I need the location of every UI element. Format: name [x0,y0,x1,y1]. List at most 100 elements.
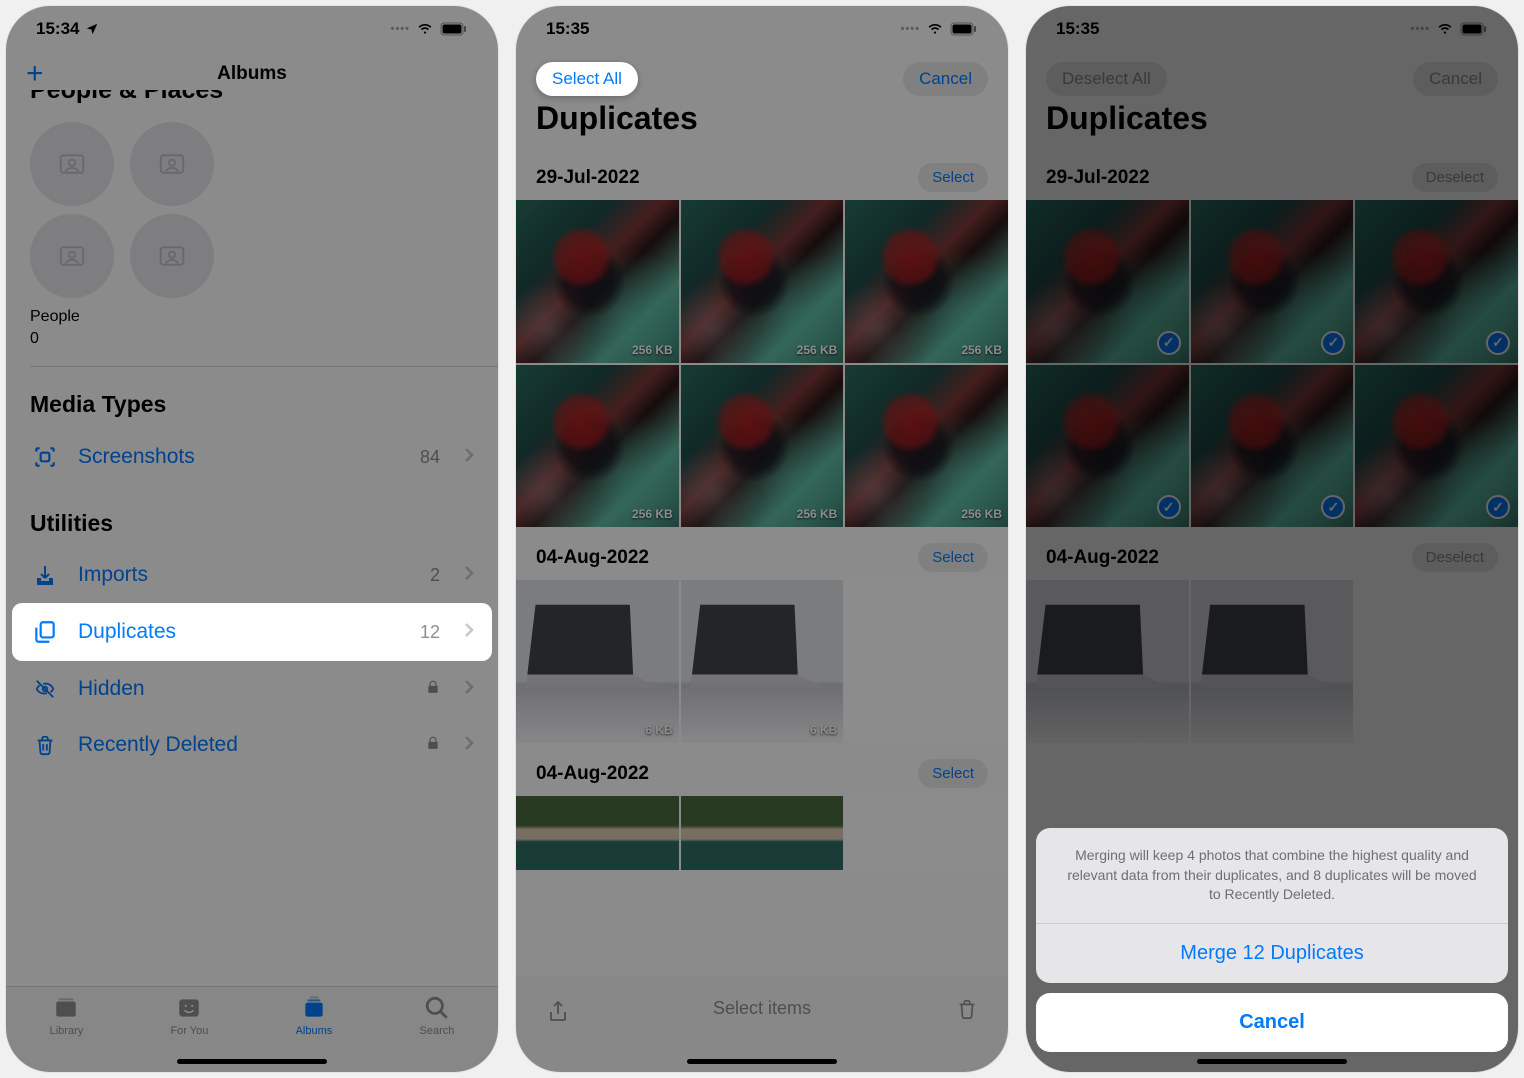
tab-label: Library [50,1025,84,1037]
size-badge: 256 KB [797,507,838,521]
battery-icon [950,22,978,36]
tab-label: Search [420,1025,455,1037]
status-time: 15:34 [36,19,79,39]
chevron-right-icon [464,735,474,756]
imports-icon [30,563,60,587]
empty-cell [845,796,1008,870]
group-date: 04-Aug-2022 [536,763,649,785]
size-badge: 6 KB [810,723,837,737]
photo-thumbnail[interactable]: 6 KB [516,580,679,743]
lock-icon [426,679,440,700]
screenshots-label: Screenshots [78,445,402,469]
merge-message: Merging will keep 4 photos that combine … [1036,828,1508,924]
photo-grid: 6 KB 6 KB [516,580,1008,743]
screen-duplicates-select: 15:35 •••• Select All Cancel Duplicates … [516,6,1008,1072]
action-sheet-group: Merging will keep 4 photos that combine … [1036,828,1508,983]
sheet-cancel-button[interactable]: Cancel [1036,993,1508,1052]
battery-icon [440,22,468,36]
merge-button[interactable]: Merge 12 Duplicates [1036,924,1508,983]
status-bar: 15:35 •••• [516,6,1008,52]
group-header: 04-Aug-2022 Select [516,527,1008,580]
photo-thumbnail[interactable]: 256 KB [845,200,1008,363]
size-badge: 256 KB [632,343,673,357]
photo-thumbnail[interactable]: 256 KB [681,200,844,363]
group-date: 04-Aug-2022 [536,547,649,569]
hidden-row[interactable]: Hidden [6,661,498,717]
tab-search[interactable]: Search [420,995,455,1072]
hidden-icon [30,678,60,700]
status-time: 15:35 [546,19,589,39]
screen-albums: 15:34 •••• + Albums People & Places [6,6,498,1072]
duplicates-row[interactable]: Duplicates 12 [12,603,492,661]
size-badge: 256 KB [961,507,1002,521]
chevron-right-icon [464,565,474,586]
select-group-button[interactable]: Select [918,759,988,788]
people-thumb[interactable] [30,122,114,206]
imports-row[interactable]: Imports 2 [6,547,498,603]
people-thumbnails-row2[interactable] [6,210,498,302]
duplicates-icon [30,619,60,645]
empty-cell [845,580,1008,743]
photo-thumbnail[interactable]: 256 KB [681,365,844,528]
photo-thumbnail[interactable] [516,796,679,870]
wifi-icon [416,22,434,36]
top-actions: Select All Cancel [516,52,1008,96]
chevron-right-icon [464,447,474,468]
size-badge: 6 KB [645,723,672,737]
tab-label: For You [170,1025,208,1037]
imports-label: Imports [78,563,412,587]
screenshots-count: 84 [420,447,440,468]
utilities-title: Utilities [6,486,498,547]
tab-library[interactable]: Library [50,995,84,1072]
screen-merge-confirm: 15:35 •••• Deselect All Cancel Duplicate… [1026,6,1518,1072]
duplicates-label: Duplicates [78,620,402,644]
select-group-button[interactable]: Select [918,163,988,192]
photo-thumbnail[interactable]: 256 KB [845,365,1008,528]
recording-dots: •••• [391,23,410,35]
photo-thumbnail[interactable]: 256 KB [516,200,679,363]
duplicates-list: 29-Jul-2022 Select 256 KB 256 KB 256 KB … [516,147,1008,870]
share-icon[interactable] [546,996,570,1031]
home-indicator[interactable] [177,1059,327,1064]
screenshots-icon [30,444,60,470]
wifi-icon [926,22,944,36]
recently-deleted-label: Recently Deleted [78,733,408,757]
size-badge: 256 KB [797,343,838,357]
trash-icon[interactable] [956,996,978,1027]
people-count: 0 [6,330,498,366]
screenshots-row[interactable]: Screenshots 84 [6,428,498,486]
photo-thumbnail[interactable]: 256 KB [516,365,679,528]
photo-thumbnail[interactable] [681,796,844,870]
recording-dots: •••• [901,23,920,35]
chevron-right-icon [464,622,474,643]
group-date: 29-Jul-2022 [536,167,640,189]
people-thumb[interactable] [130,122,214,206]
people-thumb[interactable] [130,214,214,298]
size-badge: 256 KB [632,507,673,521]
people-thumbnails[interactable] [6,108,498,210]
status-bar: 15:34 •••• [6,6,498,52]
tab-label: Albums [296,1025,333,1037]
select-group-button[interactable]: Select [918,543,988,572]
select-all-button[interactable]: Select All [536,62,638,96]
hidden-label: Hidden [78,677,408,701]
group-header: 04-Aug-2022 Select [516,743,1008,796]
add-button[interactable]: + [26,57,44,91]
photo-grid: 256 KB 256 KB 256 KB 256 KB 256 KB 256 K… [516,200,1008,527]
nav-bar: + Albums [6,52,498,96]
imports-count: 2 [430,565,440,586]
action-sheet: Merging will keep 4 photos that combine … [1026,6,1518,1072]
size-badge: 256 KB [961,343,1002,357]
nav-title: Albums [217,63,287,85]
recently-deleted-row[interactable]: Recently Deleted [6,717,498,773]
home-indicator[interactable] [687,1059,837,1064]
lock-icon [426,735,440,756]
location-icon [85,22,99,36]
people-thumb[interactable] [30,214,114,298]
people-label: People [6,302,498,330]
home-indicator[interactable] [1197,1059,1347,1064]
photo-grid [516,796,1008,870]
media-types-title: Media Types [6,367,498,428]
photo-thumbnail[interactable]: 6 KB [681,580,844,743]
cancel-button[interactable]: Cancel [903,62,988,96]
